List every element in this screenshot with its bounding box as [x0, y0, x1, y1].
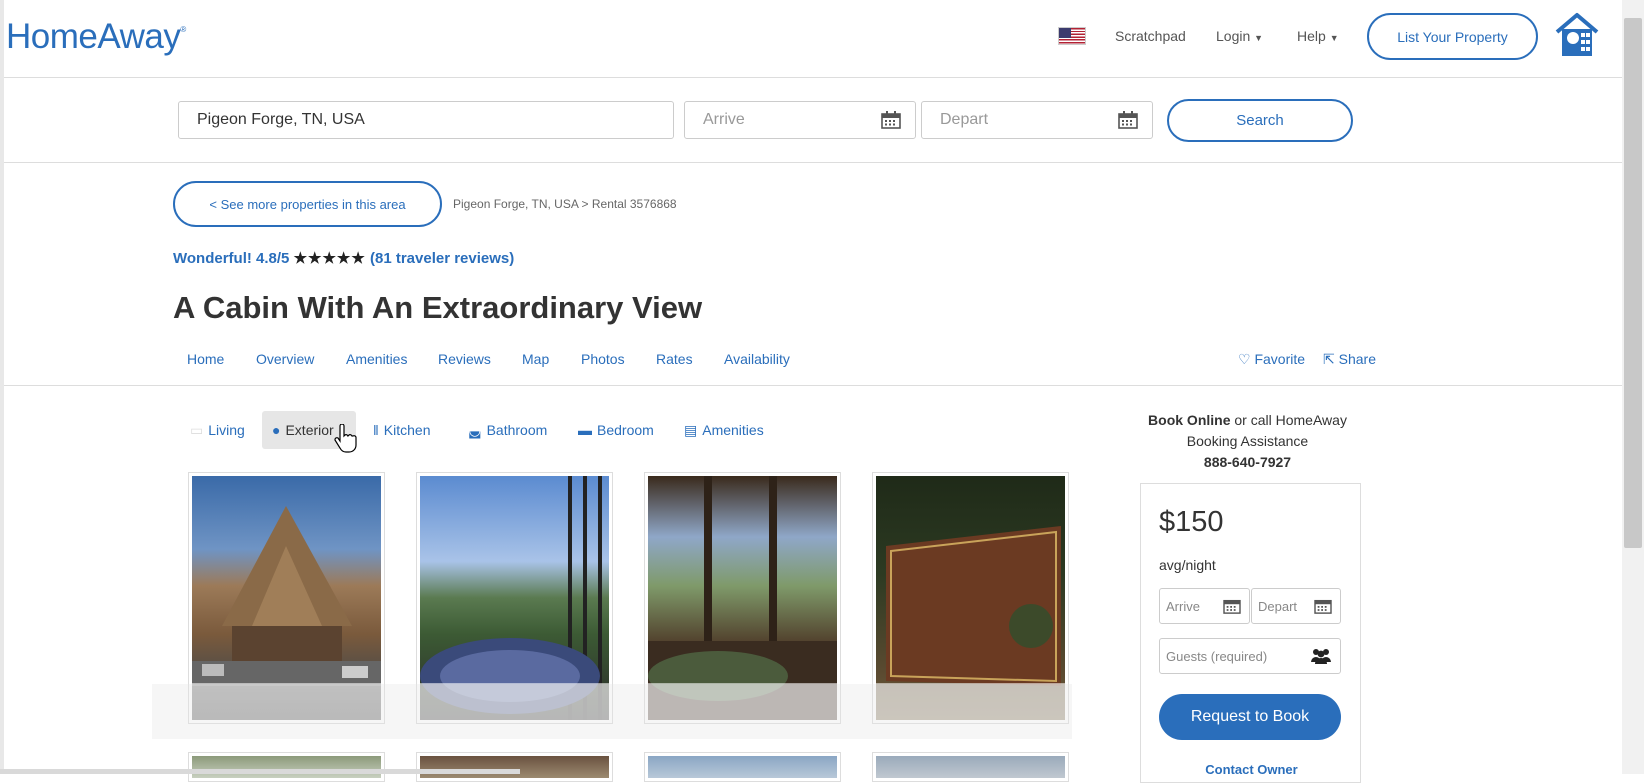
share-link[interactable]: ⇱ Share [1323, 351, 1376, 368]
contact-owner-link[interactable]: Contact Owner [1141, 762, 1362, 777]
share-label: Share [1338, 351, 1376, 367]
or-call-label: or call HomeAway [1230, 412, 1347, 428]
price-unit: avg/night [1159, 557, 1216, 573]
subnav-rates[interactable]: Rates [656, 351, 693, 367]
scrollbar-thumb[interactable] [1624, 18, 1642, 548]
calendar-icon [1223, 598, 1241, 617]
tab-label: Kitchen [383, 422, 431, 438]
photo-category-tabs: ▭ Living ● Exterior ǁ Kitchen ◛ Bathroom ▬ Be… [180, 411, 780, 449]
photo-image [420, 756, 609, 778]
reviews-link[interactable]: (81 traveler reviews) [370, 250, 514, 267]
help-menu[interactable]: Help ▼ [1297, 28, 1339, 44]
breadcrumb: Pigeon Forge, TN, USA > Rental 3576868 [453, 197, 677, 211]
arrive-date-input[interactable]: Arrive [684, 101, 916, 139]
photo-image [876, 756, 1065, 778]
logo-registered-mark: ® [180, 25, 186, 34]
us-flag-icon[interactable] [1058, 27, 1086, 45]
photo-thumbnail[interactable] [872, 752, 1069, 782]
calendar-icon [1314, 598, 1332, 617]
see-more-properties-button[interactable]: < See more properties in this area [173, 181, 442, 227]
page: HomeAway® Scratchpad Login ▼ Help ▼ List… [0, 0, 1644, 783]
site-header: HomeAway® Scratchpad Login ▼ Help ▼ List… [4, 0, 1622, 78]
list-your-property-button[interactable]: List Your Property [1367, 13, 1538, 60]
tab-living[interactable]: ▭ Living [180, 411, 255, 449]
search-bar: Pigeon Forge, TN, USA Arrive Depart Sear… [4, 78, 1622, 163]
depart-placeholder: Depart [940, 111, 989, 128]
tab-label: Exterior [285, 422, 334, 438]
subnav-overview[interactable]: Overview [256, 351, 314, 367]
tab-kitchen[interactable]: ǁ Kitchen [363, 411, 441, 449]
calendar-icon [881, 111, 901, 134]
caret-down-icon: ▼ [1329, 33, 1339, 43]
logo-text: HomeAway [6, 17, 181, 56]
tree-icon: ● [272, 422, 281, 438]
booking-assistance-info: Book Online or call HomeAway Booking Ass… [1140, 410, 1355, 473]
share-icon: ⇱ [1323, 351, 1335, 367]
hand-cursor-icon [334, 424, 357, 453]
guests-input[interactable]: Guests (required) [1159, 638, 1341, 674]
favorite-link[interactable]: ♡ Favorite [1238, 351, 1305, 368]
calendar-icon [1118, 111, 1138, 134]
caret-down-icon: ▼ [1254, 33, 1264, 43]
tab-label: Living [208, 422, 245, 438]
photo-overlay-band [152, 684, 1072, 739]
subnav-reviews[interactable]: Reviews [438, 351, 491, 367]
rating-text: Wonderful! 4.8/5 [173, 250, 290, 267]
request-to-book-button[interactable]: Request to Book [1159, 694, 1341, 740]
tab-label: Bathroom [486, 422, 548, 438]
help-label: Help [1297, 28, 1326, 44]
subnav-home[interactable]: Home [187, 351, 224, 367]
book-online-label: Book Online [1148, 412, 1231, 428]
subnav-availability[interactable]: Availability [724, 351, 790, 367]
utensils-icon: ǁ [373, 422, 379, 438]
scratchpad-link[interactable]: Scratchpad [1115, 28, 1186, 44]
depart-placeholder: Depart [1258, 598, 1298, 614]
nightly-price: $150 [1159, 506, 1224, 538]
horizontal-scrollbar[interactable] [0, 769, 520, 774]
star-rating-icon: ★★★★★ [293, 250, 366, 267]
login-menu[interactable]: Login ▼ [1216, 28, 1263, 44]
tab-bathroom[interactable]: ◛ Bathroom [458, 411, 557, 449]
phone-number[interactable]: 888-640-7927 [1140, 452, 1355, 473]
arrive-placeholder: Arrive [1166, 598, 1200, 614]
tab-label: Bedroom [597, 422, 654, 438]
amenities-icon: ▤ [684, 421, 698, 438]
tab-amenities[interactable]: ▤ Amenities [674, 411, 774, 449]
favorite-label: Favorite [1254, 351, 1306, 367]
subnav-photos[interactable]: Photos [581, 351, 625, 367]
photo-thumbnail[interactable] [644, 752, 841, 782]
users-icon [1310, 648, 1332, 667]
tab-label: Amenities [702, 422, 764, 438]
vertical-scrollbar[interactable] [1622, 0, 1644, 774]
homeaway-house-icon[interactable] [1553, 12, 1601, 63]
rating-summary: Wonderful! 4.8/5 ★★★★★ (81 traveler revi… [173, 249, 514, 267]
subnav-amenities[interactable]: Amenities [346, 351, 407, 367]
login-label: Login [1216, 28, 1251, 44]
photo-image [648, 756, 837, 778]
search-button[interactable]: Search [1167, 99, 1353, 142]
property-title: A Cabin With An Extraordinary View [173, 290, 703, 325]
subnav-map[interactable]: Map [522, 351, 549, 367]
heart-icon: ♡ [1238, 351, 1251, 367]
photo-image [192, 756, 381, 778]
location-input[interactable]: Pigeon Forge, TN, USA [178, 101, 674, 139]
bed-icon: ▬ [578, 422, 592, 438]
arrive-placeholder: Arrive [703, 111, 745, 128]
homeaway-logo[interactable]: HomeAway® [6, 17, 186, 57]
property-subnav: Home Overview Amenities Reviews Map Phot… [4, 340, 1622, 386]
booking-assistance-label: Booking Assistance [1186, 433, 1309, 449]
sofa-icon: ▭ [190, 421, 204, 438]
photo-thumbnail[interactable] [416, 752, 613, 782]
guests-placeholder: Guests (required) [1166, 648, 1268, 664]
booking-arrive-input[interactable]: Arrive [1159, 588, 1250, 624]
booking-widget: $150 avg/night Arrive Depart Guests (req… [1140, 483, 1361, 783]
bathtub-icon: ◛ [468, 421, 482, 438]
depart-date-input[interactable]: Depart [921, 101, 1153, 139]
tab-bedroom[interactable]: ▬ Bedroom [568, 411, 664, 449]
photo-thumbnail[interactable] [188, 752, 385, 782]
booking-depart-input[interactable]: Depart [1251, 588, 1341, 624]
